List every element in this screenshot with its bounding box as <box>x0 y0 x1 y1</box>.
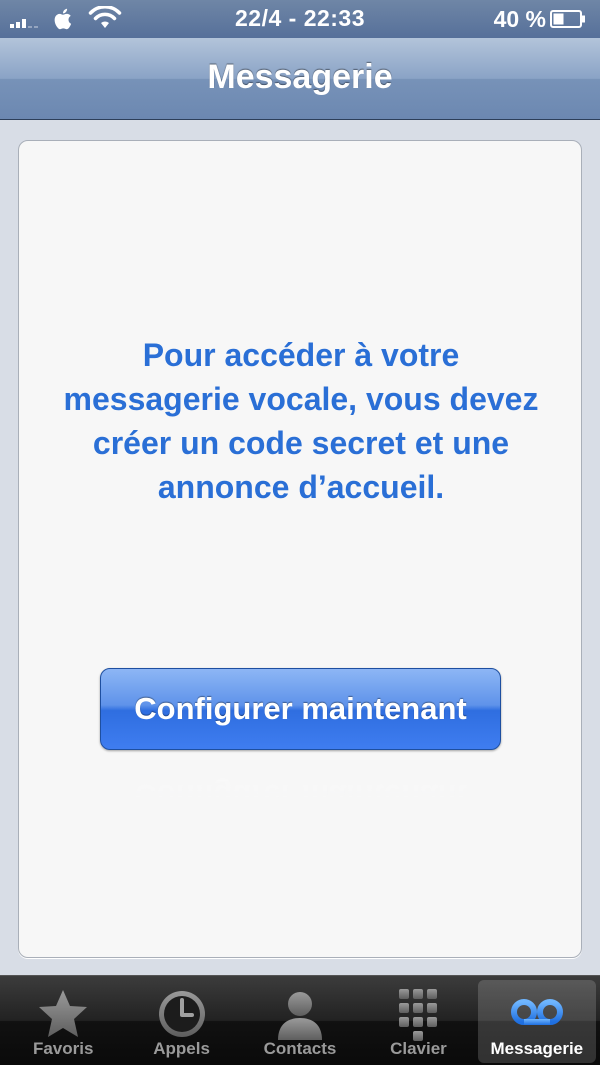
configure-now-button[interactable]: Configurer maintenant <box>100 668 501 750</box>
tab-favoris[interactable]: Favoris <box>4 980 122 1063</box>
tab-appels[interactable]: Appels <box>122 980 240 1063</box>
phone-screen: 22/4 - 22:33 40 % Messagerie Pour accéde… <box>0 0 600 1065</box>
status-bar: 22/4 - 22:33 40 % <box>0 0 600 38</box>
keypad-icon <box>399 989 438 1041</box>
content-area: Pour accéder à votre messagerie vocale, … <box>0 120 600 975</box>
tab-label: Messagerie <box>490 1039 584 1058</box>
setup-message: Pour accéder à votre messagerie vocale, … <box>63 337 539 505</box>
configure-button-reflection: Configurer maintenant <box>100 753 501 835</box>
voicemail-setup-card: Pour accéder à votre messagerie vocale, … <box>18 140 582 958</box>
tab-clavier[interactable]: Clavier <box>359 980 477 1063</box>
battery-percent: 40 % <box>493 6 546 32</box>
voicemail-icon <box>510 999 563 1025</box>
tab-label: Favoris <box>32 1039 94 1058</box>
contact-icon <box>278 992 323 1040</box>
battery-icon <box>550 10 585 28</box>
tab-contacts[interactable]: Contacts <box>241 980 359 1063</box>
tab-label: Appels <box>153 1039 210 1058</box>
clock-icon <box>158 991 205 1037</box>
tab-bar: Favoris Appels Contacts Clavier Messager… <box>0 975 600 1065</box>
star-icon <box>39 990 88 1037</box>
page-title: Messagerie <box>207 58 393 96</box>
tab-label: Clavier <box>390 1039 447 1058</box>
tab-messagerie[interactable]: Messagerie <box>477 980 597 1063</box>
navigation-bar: Messagerie <box>0 38 600 120</box>
tab-label: Contacts <box>263 1039 337 1058</box>
